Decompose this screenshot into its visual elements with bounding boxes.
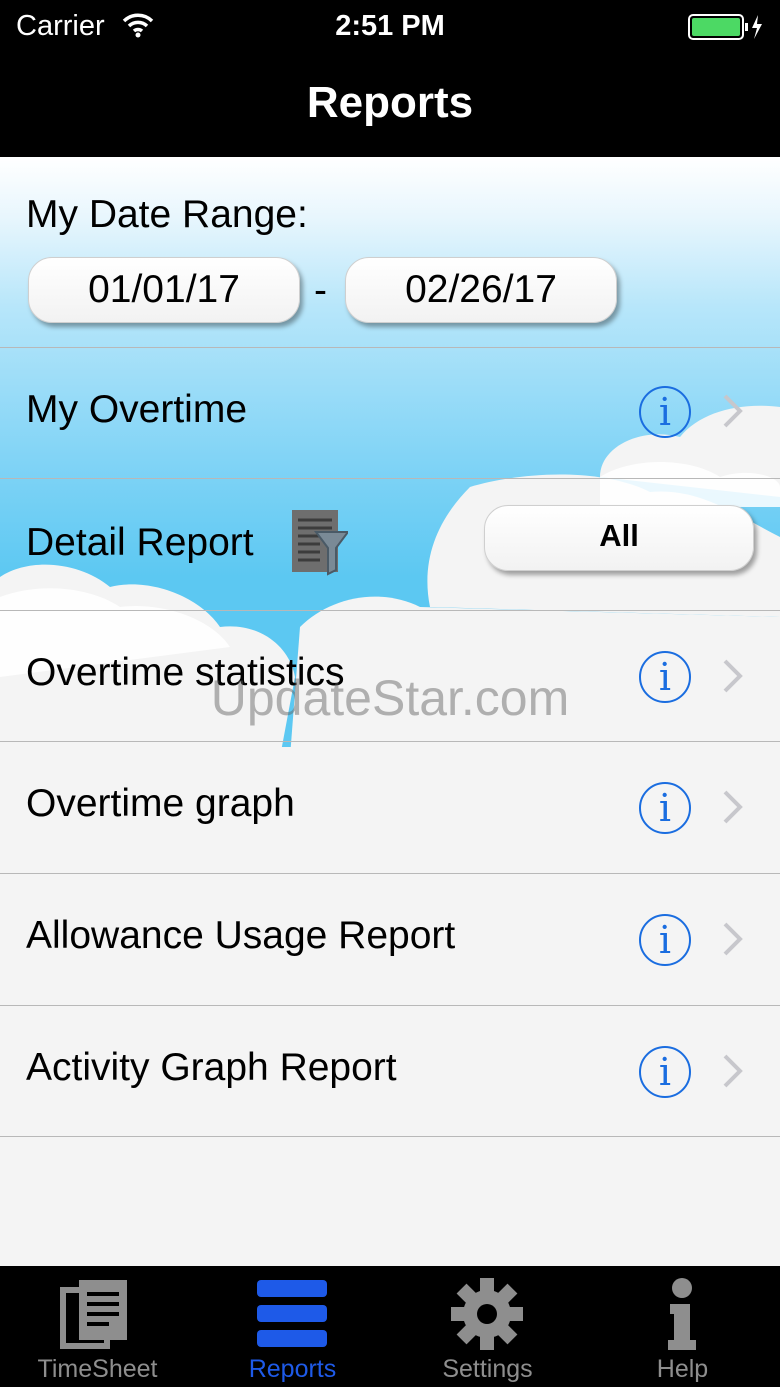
tab-label: TimeSheet: [37, 1355, 158, 1383]
tab-reports[interactable]: Reports: [195, 1266, 390, 1387]
gear-icon: [451, 1278, 523, 1350]
tab-help[interactable]: Help: [585, 1266, 780, 1387]
battery-icon: [688, 14, 762, 40]
info-icon[interactable]: i: [639, 1046, 691, 1098]
date-range-label: My Date Range:: [26, 193, 308, 236]
page-title: Reports: [306, 78, 474, 127]
reports-content[interactable]: My Date Range: 01/01/17 - 02/26/17 My Ov…: [0, 157, 780, 1266]
tab-label: Help: [656, 1355, 709, 1383]
tab-settings[interactable]: Settings: [390, 1266, 585, 1387]
clock: 2:51 PM: [335, 10, 445, 42]
date-range-separator: -: [314, 269, 327, 312]
navigation-bar: Reports: [0, 56, 780, 157]
report-row-allowance-usage[interactable]: Allowance Usage Report i: [0, 874, 780, 1006]
report-filter-icon[interactable]: [292, 510, 348, 576]
report-label: Detail Report: [26, 521, 254, 564]
start-date-button[interactable]: 01/01/17: [28, 257, 300, 323]
chevron-right-icon: [723, 790, 743, 824]
info-icon[interactable]: i: [639, 782, 691, 834]
tab-bar: TimeSheet Reports Settings Help: [0, 1266, 780, 1387]
date-range-row: My Date Range: 01/01/17 - 02/26/17: [0, 157, 780, 348]
reports-icon: [257, 1280, 327, 1347]
watermark: UpdateStar.com: [210, 670, 570, 726]
timesheet-icon: [60, 1280, 127, 1349]
report-label: Overtime graph: [26, 782, 295, 825]
detail-report-filter-button[interactable]: All: [484, 505, 754, 571]
help-icon: [668, 1278, 696, 1350]
info-icon[interactable]: i: [639, 914, 691, 966]
report-label: Allowance Usage Report: [26, 914, 456, 957]
chevron-right-icon: [723, 394, 743, 428]
report-row-overtime-graph[interactable]: Overtime graph i: [0, 742, 780, 874]
report-row-activity-graph[interactable]: Activity Graph Report i: [0, 1006, 780, 1137]
report-row-my-overtime[interactable]: My Overtime i: [0, 348, 780, 479]
info-icon[interactable]: i: [639, 386, 691, 438]
tab-timesheet[interactable]: TimeSheet: [0, 1266, 195, 1387]
chevron-right-icon: [723, 922, 743, 956]
tab-label: Settings: [442, 1355, 533, 1383]
report-label: Activity Graph Report: [26, 1046, 397, 1089]
end-date-button[interactable]: 02/26/17: [345, 257, 617, 323]
status-bar: Carrier 2:51 PM: [0, 0, 780, 56]
chevron-right-icon: [723, 1054, 743, 1088]
report-label: My Overtime: [26, 388, 248, 431]
tab-label: Reports: [248, 1355, 337, 1383]
